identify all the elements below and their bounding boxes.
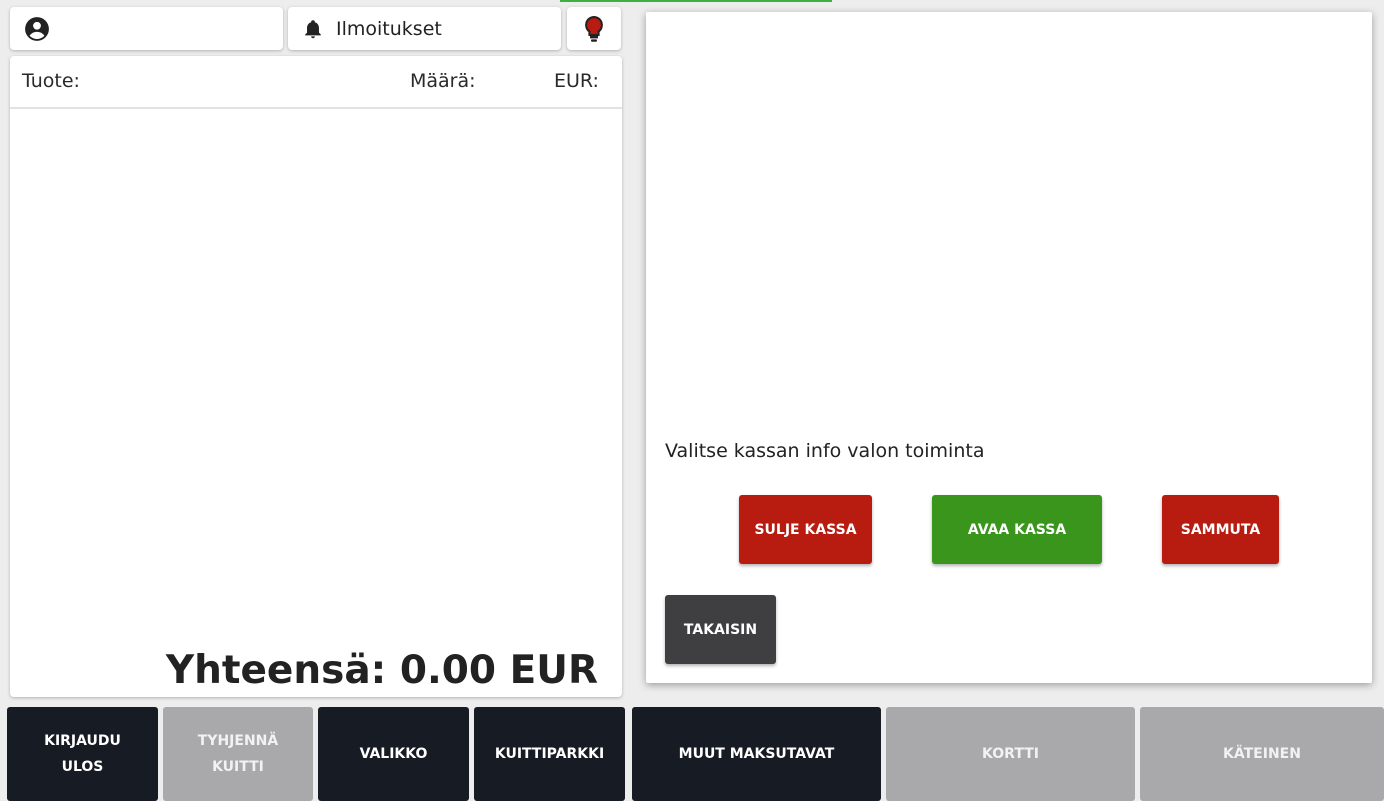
clear-receipt-label: TYHJENNÄ KUITTI xyxy=(198,728,278,780)
column-eur: EUR: xyxy=(554,70,599,92)
card-payment-button[interactable]: KORTTI xyxy=(886,707,1135,801)
bell-icon xyxy=(302,18,324,40)
dialog-prompt: Valitse kassan info valon toiminta xyxy=(665,440,985,462)
back-button[interactable]: TAKAISIN xyxy=(665,595,776,664)
cash-payment-button[interactable]: KÄTEINEN xyxy=(1140,707,1384,801)
other-payments-button[interactable]: MUUT MAKSUTAVAT xyxy=(632,707,881,801)
logout-button[interactable]: KIRJAUDU ULOS xyxy=(7,707,158,801)
notifications-label: Ilmoitukset xyxy=(336,17,442,40)
account-circle-icon xyxy=(24,16,50,42)
clear-receipt-button[interactable]: TYHJENNÄ KUITTI xyxy=(163,707,313,801)
clear-receipt-label-line2: KUITTI xyxy=(212,759,264,775)
green-status-strip xyxy=(560,0,832,2)
shutdown-button[interactable]: SAMMUTA xyxy=(1162,495,1279,564)
user-button[interactable] xyxy=(10,7,283,50)
logout-label-line2: ULOS xyxy=(61,759,104,775)
column-product: Tuote: xyxy=(22,70,80,92)
close-register-button[interactable]: SULJE KASSA xyxy=(739,495,872,564)
info-light-button[interactable] xyxy=(567,7,621,50)
menu-button[interactable]: VALIKKO xyxy=(318,707,469,801)
lightbulb-icon xyxy=(583,15,605,43)
receipt-panel: Tuote: Määrä: EUR: Yhteensä: 0.00 EUR xyxy=(10,56,622,697)
receipt-total: Yhteensä: 0.00 EUR xyxy=(165,648,598,693)
logout-label: KIRJAUDU ULOS xyxy=(44,728,121,780)
logout-label-line1: KIRJAUDU xyxy=(44,733,121,749)
receipt-park-button[interactable]: KUITTIPARKKI xyxy=(474,707,625,801)
notifications-button[interactable]: Ilmoitukset xyxy=(288,7,561,50)
info-light-dialog: Valitse kassan info valon toiminta SULJE… xyxy=(646,12,1372,683)
open-register-button[interactable]: AVAA KASSA xyxy=(932,495,1102,564)
column-quantity: Määrä: xyxy=(410,70,476,92)
clear-receipt-label-line1: TYHJENNÄ xyxy=(197,733,279,749)
receipt-header: Tuote: Määrä: EUR: xyxy=(10,56,622,109)
